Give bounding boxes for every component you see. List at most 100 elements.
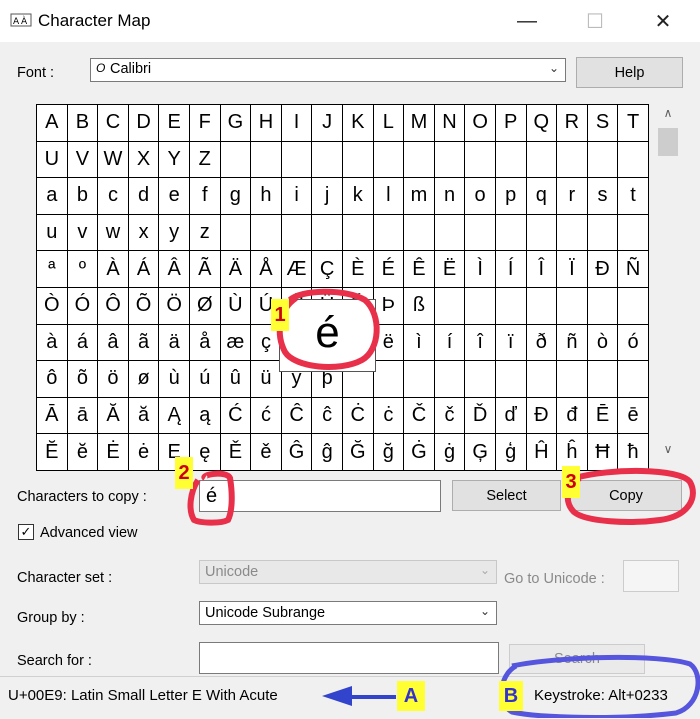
char-cell[interactable]: Ë (434, 251, 466, 288)
char-cell[interactable]: Ê (404, 251, 435, 288)
char-cell[interactable]: j (312, 178, 343, 215)
char-cell[interactable]: Ā (37, 397, 68, 435)
char-cell[interactable]: É (373, 251, 405, 288)
char-cell[interactable]: c (98, 178, 129, 215)
char-cell[interactable]: o (465, 178, 496, 215)
char-cell[interactable]: Ė (98, 434, 129, 471)
char-cell[interactable]: G (220, 105, 252, 142)
char-cell[interactable]: W (98, 141, 129, 179)
char-cell[interactable]: H (251, 105, 282, 142)
char-cell[interactable]: Ĉ (281, 397, 313, 435)
char-cell[interactable]: q (526, 178, 558, 215)
char-cell[interactable]: ħ (618, 434, 649, 471)
char-cell[interactable]: r (557, 178, 588, 215)
char-cell[interactable]: Ø (189, 287, 221, 325)
char-cell[interactable]: F (189, 105, 221, 142)
char-cell[interactable]: J (312, 105, 343, 142)
char-cell[interactable]: ė (128, 434, 160, 471)
char-cell[interactable]: Y (159, 141, 190, 179)
char-cell[interactable]: Ď (465, 397, 496, 435)
char-cell[interactable]: Ó (67, 287, 99, 325)
char-cell[interactable]: R (557, 105, 588, 142)
scroll-down-icon[interactable]: ∨ (654, 442, 682, 462)
char-cell[interactable]: ì (404, 324, 435, 362)
char-cell[interactable]: Ã (189, 251, 221, 288)
char-cell[interactable]: ð (526, 324, 558, 362)
char-cell[interactable]: l (373, 178, 405, 215)
char-cell[interactable]: a (37, 178, 68, 215)
char-cell[interactable]: Č (404, 397, 435, 435)
char-cell[interactable]: ą (189, 397, 221, 435)
char-cell[interactable]: æ (220, 324, 252, 362)
char-cell[interactable]: C (98, 105, 129, 142)
char-cell[interactable]: ĝ (312, 434, 343, 471)
char-cell[interactable]: A (37, 105, 68, 142)
char-cell[interactable]: Đ (526, 397, 558, 435)
char-cell[interactable]: ă (128, 397, 160, 435)
char-cell[interactable]: T (618, 105, 649, 142)
characters-to-copy-field[interactable] (199, 480, 441, 512)
char-cell[interactable]: ñ (557, 324, 588, 362)
char-cell[interactable]: î (465, 324, 496, 362)
char-cell[interactable]: U (37, 141, 68, 179)
char-cell[interactable]: â (98, 324, 129, 362)
char-cell[interactable]: ē (618, 397, 649, 435)
char-cell[interactable]: È (342, 251, 374, 288)
char-cell[interactable]: Ą (159, 397, 190, 435)
char-cell[interactable]: Z (189, 141, 221, 179)
char-cell[interactable]: O (465, 105, 496, 142)
char-cell[interactable]: X (128, 141, 160, 179)
char-cell[interactable]: Ĥ (526, 434, 558, 471)
char-cell[interactable]: i (281, 178, 313, 215)
char-cell[interactable]: å (189, 324, 221, 362)
minimize-button[interactable]: — (504, 0, 550, 42)
char-cell[interactable]: x (128, 214, 160, 252)
char-cell[interactable]: Q (526, 105, 558, 142)
char-cell[interactable]: D (128, 105, 160, 142)
char-cell[interactable]: Ć (220, 397, 252, 435)
char-cell[interactable]: Ċ (342, 397, 374, 435)
char-cell[interactable]: Ì (465, 251, 496, 288)
group-by-dropdown[interactable]: Unicode Subrange ⌄ (199, 601, 497, 625)
char-cell[interactable]: S (587, 105, 619, 142)
char-cell[interactable]: Æ (281, 251, 313, 288)
char-cell[interactable]: d (128, 178, 160, 215)
char-cell[interactable]: ß (404, 287, 435, 325)
char-cell[interactable]: Î (526, 251, 558, 288)
char-cell[interactable]: Õ (128, 287, 160, 325)
scroll-up-icon[interactable]: ∧ (654, 106, 682, 126)
char-cell[interactable]: Ģ (465, 434, 496, 471)
char-cell[interactable]: Ä (220, 251, 252, 288)
char-cell[interactable]: đ (557, 397, 588, 435)
char-cell[interactable]: ã (128, 324, 160, 362)
go-to-unicode-field[interactable] (623, 560, 679, 592)
char-cell[interactable]: Ñ (618, 251, 649, 288)
char-cell[interactable]: N (434, 105, 466, 142)
character-set-dropdown[interactable]: Unicode ⌄ (199, 560, 497, 584)
char-cell[interactable]: ù (159, 361, 190, 398)
char-cell[interactable]: y (159, 214, 190, 252)
char-cell[interactable]: u (37, 214, 68, 252)
help-button[interactable]: Help (576, 57, 683, 88)
char-cell[interactable]: Ě (220, 434, 252, 471)
advanced-view-checkbox[interactable]: ✓ (18, 524, 34, 540)
char-cell[interactable]: ę (189, 434, 221, 471)
char-cell[interactable]: ĉ (312, 397, 343, 435)
char-cell[interactable]: b (67, 178, 99, 215)
char-cell[interactable]: Ð (587, 251, 619, 288)
char-cell[interactable]: á (67, 324, 99, 362)
char-cell[interactable]: ï (495, 324, 527, 362)
char-cell[interactable]: n (434, 178, 466, 215)
char-cell[interactable]: ğ (373, 434, 405, 471)
char-cell[interactable]: Ï (557, 251, 588, 288)
char-cell[interactable]: ó (618, 324, 649, 362)
char-cell[interactable]: ģ (495, 434, 527, 471)
char-cell[interactable]: ġ (434, 434, 466, 471)
char-cell[interactable]: I (281, 105, 313, 142)
char-cell[interactable]: Â (159, 251, 190, 288)
char-cell[interactable]: ć (251, 397, 282, 435)
char-cell[interactable]: Ă (98, 397, 129, 435)
char-cell[interactable]: Ħ (587, 434, 619, 471)
char-cell[interactable]: B (67, 105, 99, 142)
char-cell[interactable]: w (98, 214, 129, 252)
